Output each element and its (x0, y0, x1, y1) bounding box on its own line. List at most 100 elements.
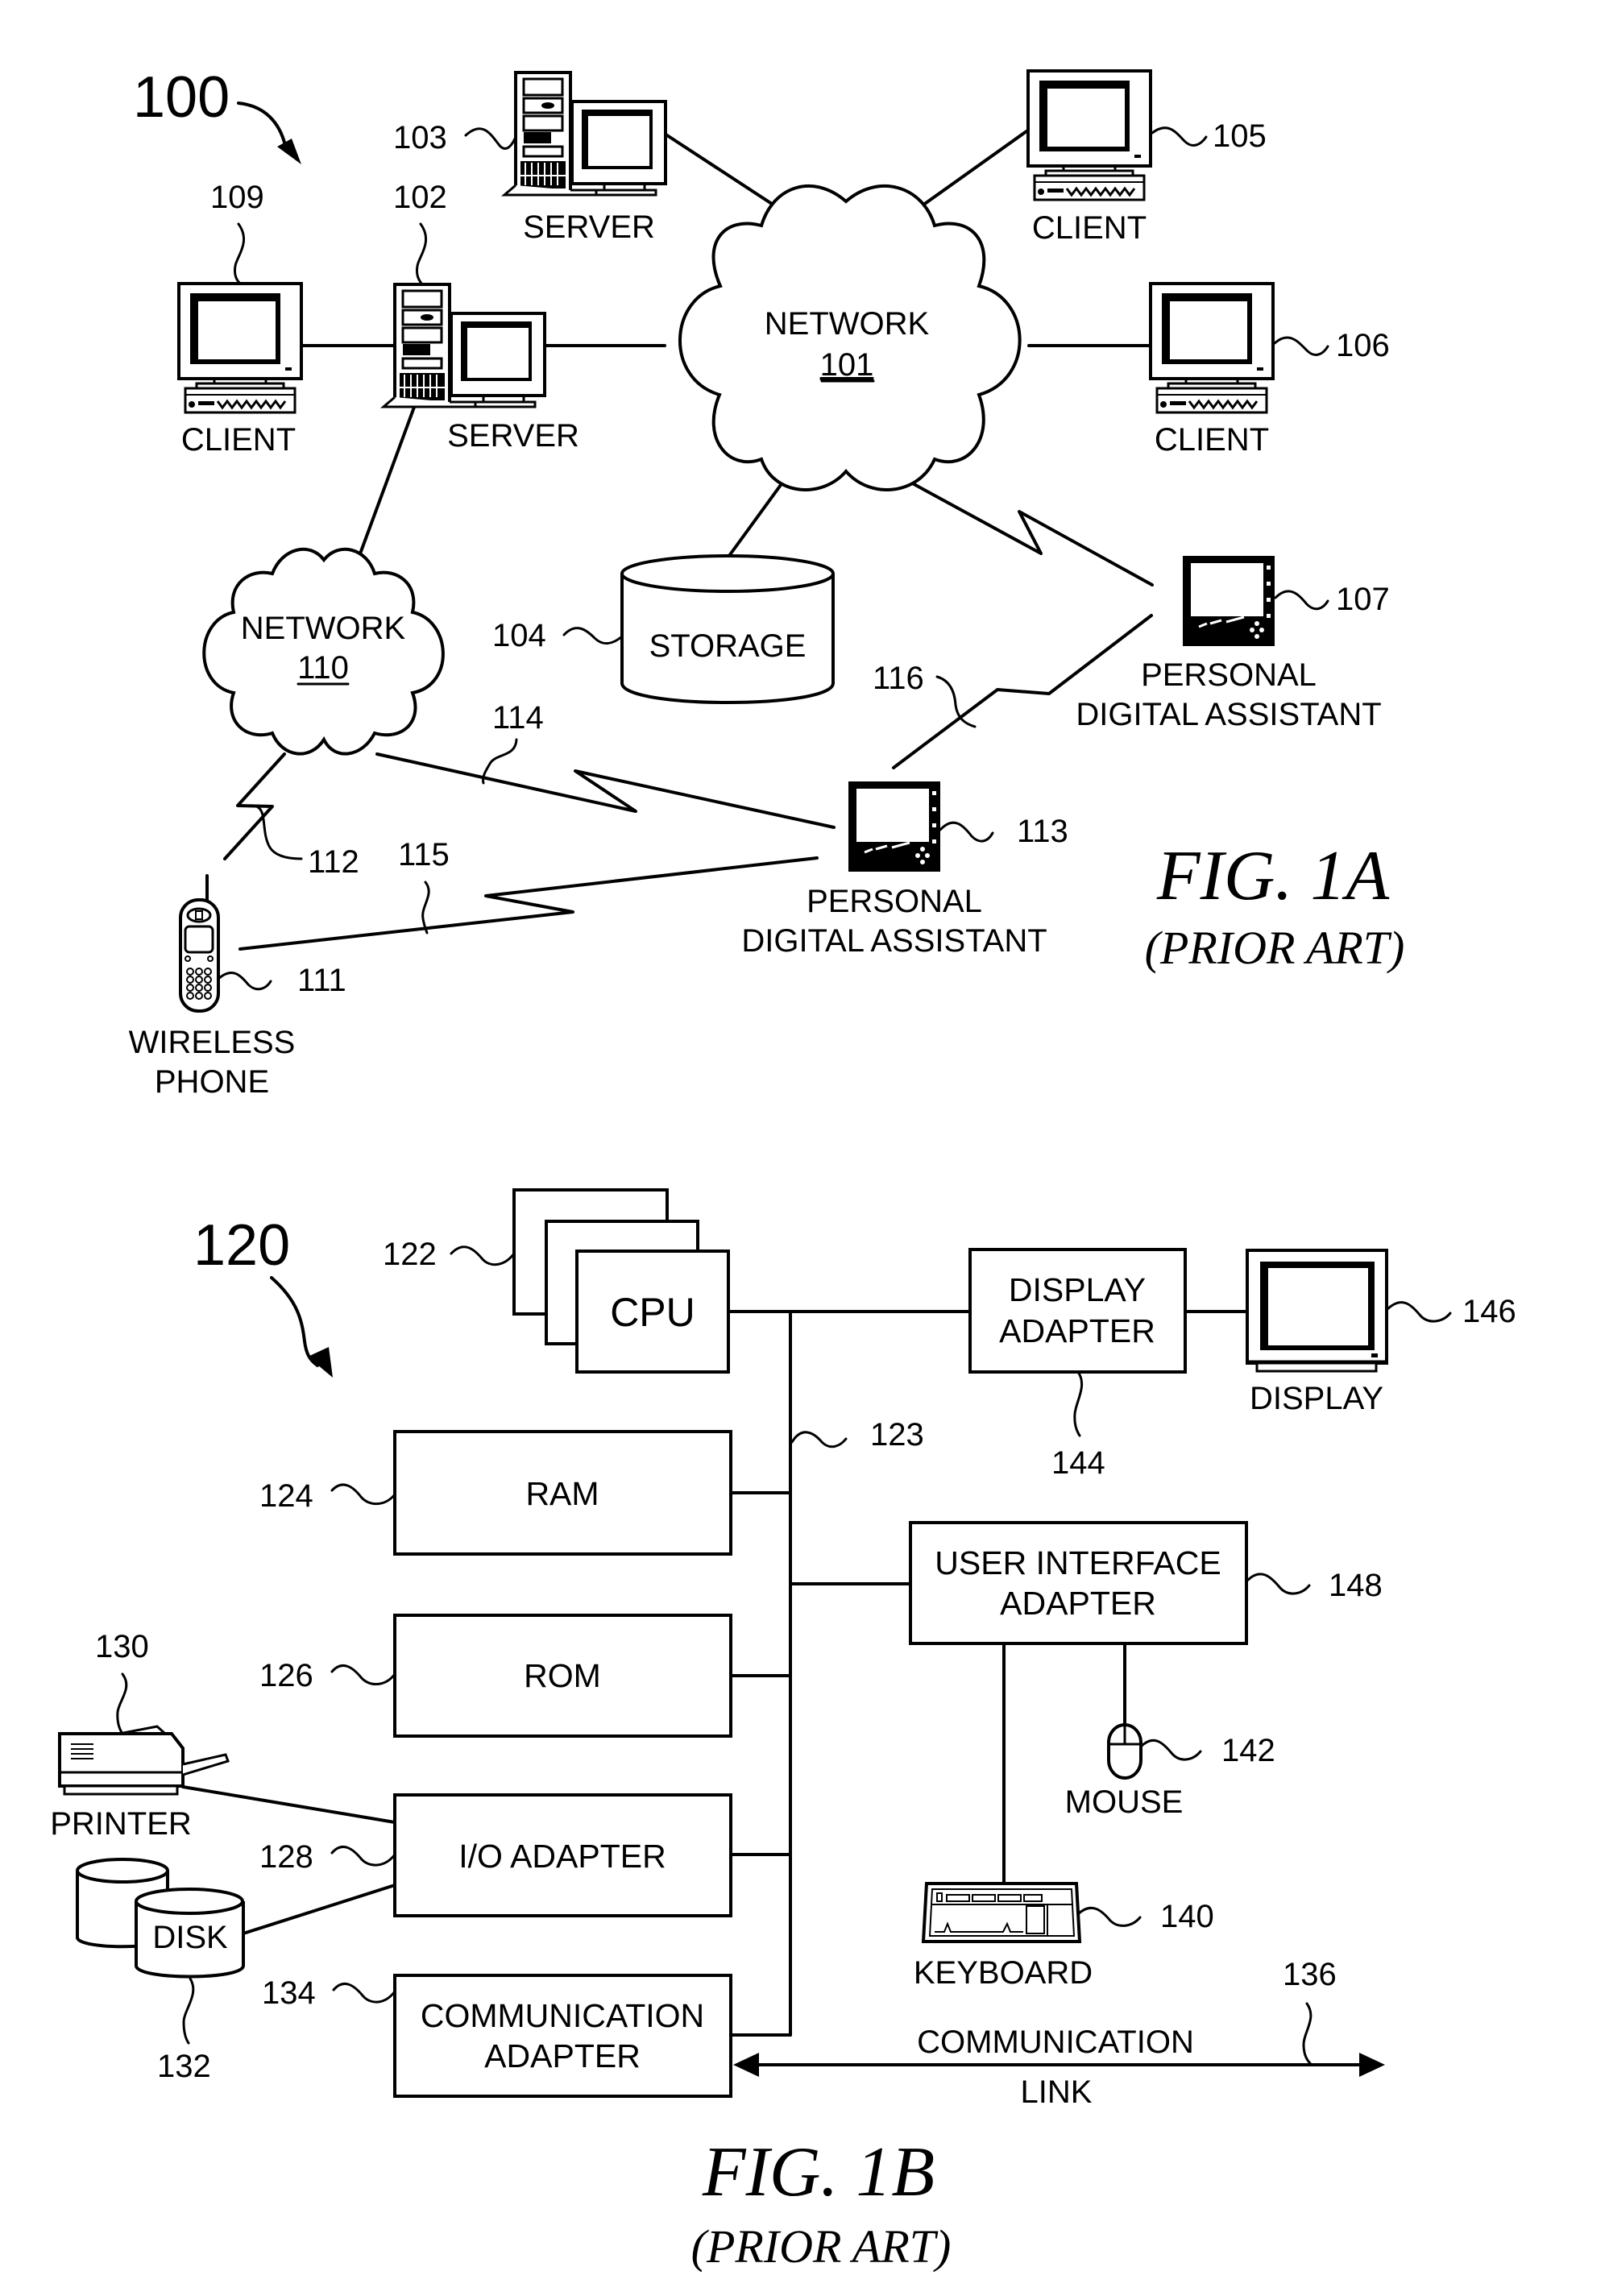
network-101-label: NETWORK (765, 306, 930, 342)
client-109-icon (177, 282, 303, 414)
leader-line (1246, 1573, 1311, 1595)
client-109-label: CLIENT (181, 422, 296, 458)
figure-1a-caption: FIG. 1A (1156, 837, 1391, 915)
display-adapter-ref: 144 (1051, 1445, 1105, 1481)
pda-113-ref: 113 (1017, 814, 1068, 849)
server-102-icon (382, 283, 546, 408)
leader-line (421, 881, 430, 935)
wireless-phone-ref: 111 (297, 963, 346, 998)
patent-drawing-sheet: 100 NETWORK 101 NETWORK 110 SERVER 103 S… (50, 65, 1516, 2273)
server-102-ref: 102 (393, 180, 447, 215)
display-146-icon (1246, 1249, 1388, 1373)
keyboard-ref: 140 (1160, 1899, 1214, 1934)
pda-107-label-line2: DIGITAL ASSISTANT (1076, 697, 1381, 732)
figure-1b-subcaption: (PRIOR ART) (691, 2220, 952, 2273)
rom-ref: 126 (259, 1658, 313, 1693)
leader-line (330, 1664, 396, 1685)
leader-line (330, 1483, 396, 1506)
figure-ref-arrow (270, 1276, 319, 1367)
comm-adapter-box (393, 1974, 732, 2098)
leader-line (116, 1672, 128, 1735)
leader-line (1151, 126, 1208, 147)
wireless-link-116 (892, 614, 1153, 769)
wireless-link-network101-pda107 (906, 479, 1154, 586)
ui-adapter-label-line1: USER INTERFACE (935, 1544, 1221, 1581)
comm-adapter-label-line1: COMMUNICATION (421, 1997, 704, 2034)
server-103-icon (503, 71, 667, 197)
cpu-ref: 122 (383, 1237, 437, 1272)
leader-line (790, 1431, 848, 1448)
figure-ref-100: 100 (133, 65, 230, 130)
comm-link-label-line1: COMMUNICATION (917, 2025, 1194, 2060)
leader-line (1386, 1301, 1452, 1323)
io-adapter-label: I/O ADAPTER (458, 1838, 666, 1875)
figure-1a: 100 NETWORK 101 NETWORK 110 SERVER 103 S… (129, 65, 1405, 1100)
pda-107-label-line1: PERSONAL (1141, 657, 1317, 693)
leader-line (1139, 1739, 1202, 1761)
comm-adapter-label-line2: ADAPTER (484, 2037, 641, 2074)
wireless-phone-label-line1: WIRELESS (129, 1025, 296, 1060)
leader-line (1076, 1906, 1142, 1927)
printer-label: PRINTER (50, 1806, 192, 1842)
wireless-link-114 (375, 752, 836, 829)
client-106-icon (1149, 282, 1275, 414)
mouse-142-icon (1107, 1723, 1142, 1780)
link-116-ref: 116 (873, 661, 924, 696)
leader-line (234, 222, 246, 285)
figure-1b-caption: FIG. 1B (702, 2133, 935, 2211)
client-105-ref: 105 (1213, 118, 1267, 154)
wireless-phone-label-line2: PHONE (155, 1064, 269, 1100)
wireless-phone-111-icon (179, 874, 220, 1013)
link-server102-network110 (358, 401, 417, 557)
arrowhead-icon (277, 139, 301, 164)
keyboard-label: KEYBOARD (914, 1955, 1093, 1991)
figure-1a-subcaption: (PRIOR ART) (1145, 922, 1405, 974)
pda-113-label-line2: DIGITAL ASSISTANT (741, 923, 1047, 959)
leader-line (332, 1982, 396, 2004)
link-114-ref: 114 (492, 700, 544, 736)
display-adapter-label-line2: ADAPTER (999, 1312, 1155, 1349)
bus-ref: 123 (870, 1417, 924, 1453)
link-112-ref: 112 (308, 844, 359, 880)
client-106-label: CLIENT (1155, 422, 1269, 458)
arrowhead-right-icon (1359, 2053, 1385, 2077)
leader-line (248, 804, 303, 860)
link-printer-io (181, 1785, 396, 1824)
ui-adapter-box (909, 1521, 1248, 1645)
io-adapter-ref: 128 (259, 1839, 313, 1875)
server-103-ref: 103 (393, 120, 447, 155)
mouse-ref: 142 (1221, 1733, 1275, 1768)
display-adapter-box (968, 1248, 1187, 1374)
disk-label: DISK (152, 1920, 228, 1955)
network-101-ref: 101 (820, 347, 874, 383)
pda-107-icon (1181, 554, 1276, 648)
ram-ref: 124 (259, 1478, 313, 1514)
server-102-label: SERVER (447, 418, 579, 454)
figure-1b: 120 123 CPU 122 RAM 124 ROM 126 I/O ADAP… (50, 1188, 1516, 2273)
client-106-ref: 106 (1336, 328, 1390, 363)
pda-113-label-line1: PERSONAL (807, 884, 982, 919)
ui-adapter-label-line2: ADAPTER (1000, 1585, 1156, 1622)
link-disk-io (242, 1884, 396, 1935)
link-115-ref: 115 (398, 837, 450, 872)
rom-label: ROM (524, 1657, 601, 1694)
storage-104-ref: 104 (492, 618, 546, 653)
network-110-ref: 110 (297, 650, 349, 686)
printer-130-icon (58, 1725, 230, 1796)
ui-adapter-ref: 148 (1329, 1568, 1383, 1603)
cpu-label: CPU (610, 1290, 695, 1335)
leader-line (1073, 1370, 1084, 1437)
leader-line (1273, 336, 1329, 356)
printer-ref: 130 (95, 1629, 149, 1664)
arrowhead-left-icon (733, 2053, 759, 2077)
comm-link-label-line2: LINK (1021, 2074, 1093, 2110)
disk-132-icon (76, 1858, 245, 1979)
leader-line (330, 1845, 396, 1867)
figure-ref-120: 120 (193, 1213, 290, 1278)
disk-ref: 132 (157, 2049, 211, 2084)
ram-label: RAM (525, 1475, 599, 1512)
leader-line (939, 821, 994, 843)
display-adapter-label-line1: DISPLAY (1009, 1271, 1146, 1308)
keyboard-140-icon (921, 1882, 1082, 1943)
leader-line (464, 127, 517, 150)
